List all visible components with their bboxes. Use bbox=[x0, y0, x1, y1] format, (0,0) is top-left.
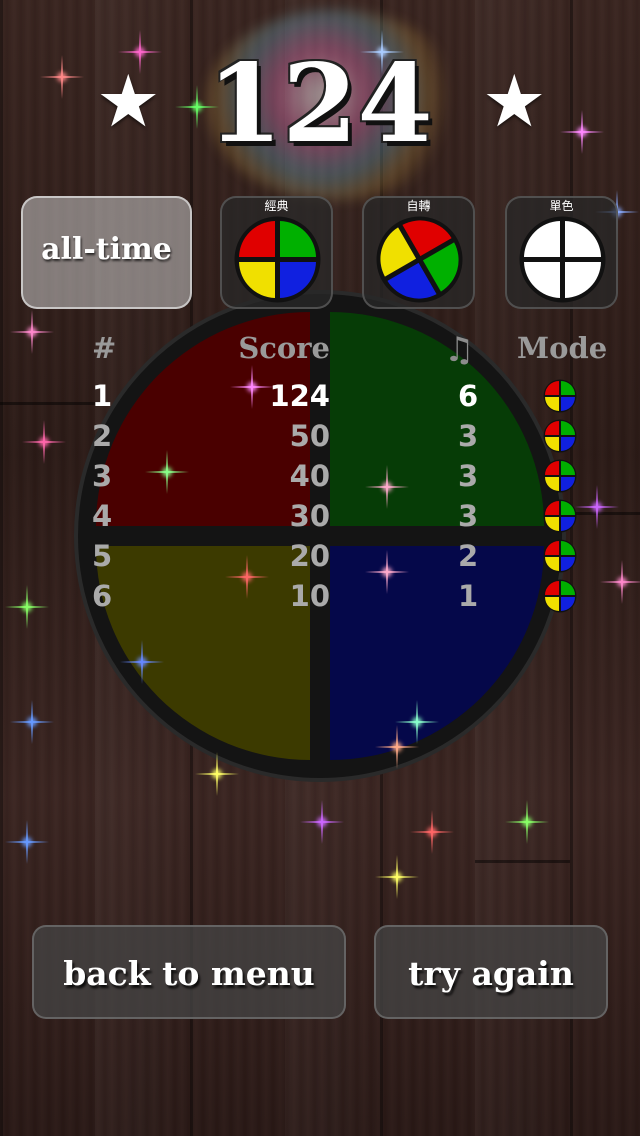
star-icon: ★ bbox=[482, 59, 547, 143]
sparkle-icon bbox=[10, 700, 54, 744]
header-mode: Mode bbox=[517, 331, 608, 365]
row-rank: 3 bbox=[92, 459, 113, 493]
mono-mode-icon bbox=[519, 216, 606, 303]
header-score: Score bbox=[238, 331, 330, 365]
classic-mode-icon bbox=[543, 539, 577, 573]
row-notes: 1 bbox=[458, 579, 479, 613]
tab-classic-label: 經典 bbox=[264, 199, 289, 213]
sparkle-icon bbox=[575, 485, 619, 529]
tab-classic-mode[interactable]: 經典 bbox=[220, 196, 333, 309]
sparkle-icon bbox=[505, 800, 549, 844]
row-score: 20 bbox=[289, 539, 330, 573]
classic-mode-icon bbox=[543, 459, 577, 493]
wood-plank-seam bbox=[570, 512, 640, 515]
tab-rotate-mode[interactable]: 自轉 bbox=[362, 196, 475, 309]
header-rank: # bbox=[92, 331, 117, 365]
tab-all-time-label: all-time bbox=[41, 232, 172, 267]
sparkle-icon bbox=[5, 820, 49, 864]
row-rank: 2 bbox=[92, 419, 113, 453]
sparkle-icon bbox=[375, 855, 419, 899]
classic-mode-icon bbox=[234, 216, 321, 303]
green-pad bbox=[330, 312, 544, 526]
classic-mode-icon bbox=[543, 419, 577, 453]
tab-mono-mode[interactable]: 單色 bbox=[505, 196, 618, 309]
row-rank: 4 bbox=[92, 499, 113, 533]
blue-pad bbox=[330, 546, 544, 760]
row-score: 50 bbox=[289, 419, 330, 453]
wood-plank-seam bbox=[475, 860, 570, 863]
row-notes: 6 bbox=[458, 379, 479, 413]
row-rank: 6 bbox=[92, 579, 113, 613]
classic-mode-icon bbox=[543, 579, 577, 613]
row-score: 30 bbox=[289, 499, 330, 533]
row-score: 10 bbox=[289, 579, 330, 613]
row-notes: 2 bbox=[458, 539, 479, 573]
row-notes: 3 bbox=[458, 499, 479, 533]
sparkle-icon bbox=[5, 585, 49, 629]
sparkle-icon bbox=[410, 810, 454, 854]
sparkle-icon bbox=[10, 310, 54, 354]
row-score: 40 bbox=[289, 459, 330, 493]
music-note-icon: ♫ bbox=[444, 330, 475, 370]
classic-mode-icon bbox=[543, 499, 577, 533]
sparkle-icon bbox=[300, 800, 344, 844]
row-notes: 3 bbox=[458, 419, 479, 453]
tab-all-time[interactable]: all-time bbox=[21, 196, 192, 309]
row-rank: 5 bbox=[92, 539, 113, 573]
back-to-menu-label: back to menu bbox=[63, 954, 315, 993]
classic-mode-icon bbox=[543, 379, 577, 413]
sparkle-icon bbox=[600, 560, 640, 604]
rotate-mode-icon bbox=[376, 216, 463, 303]
score-header: ★ 124 ★ bbox=[0, 45, 640, 165]
try-again-button[interactable]: try again bbox=[374, 925, 608, 1019]
back-to-menu-button[interactable]: back to menu bbox=[32, 925, 346, 1019]
yellow-pad bbox=[96, 546, 310, 760]
try-again-label: try again bbox=[408, 954, 574, 993]
row-notes: 3 bbox=[458, 459, 479, 493]
row-score: 124 bbox=[269, 379, 330, 413]
sparkle-icon bbox=[22, 420, 66, 464]
row-rank: 1 bbox=[92, 379, 113, 413]
tab-mono-label: 單色 bbox=[549, 199, 574, 213]
tab-rotate-label: 自轉 bbox=[406, 199, 431, 213]
